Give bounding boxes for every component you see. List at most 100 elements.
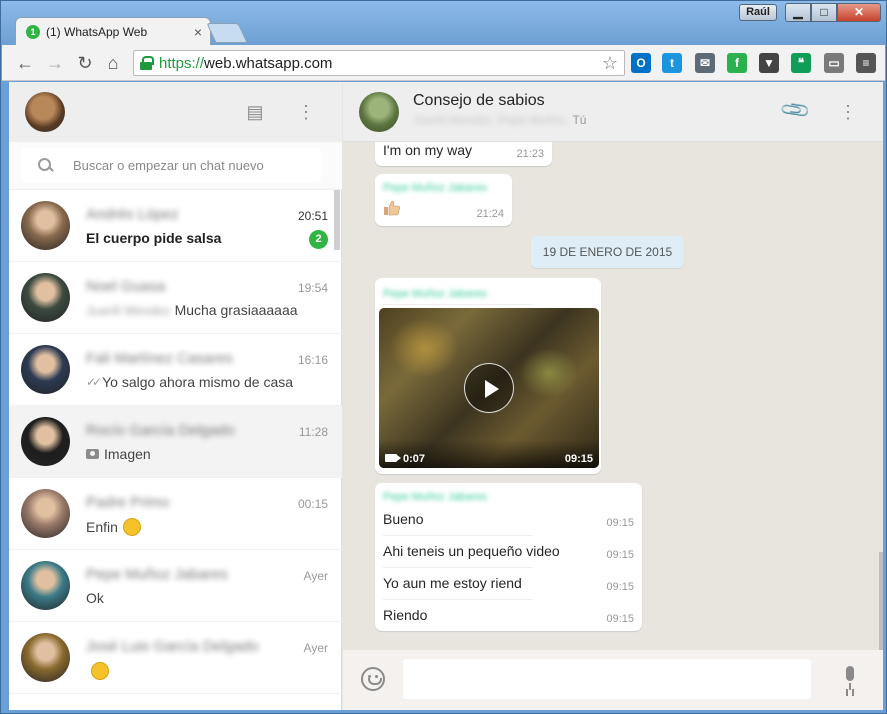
- last-message: Imagen: [86, 446, 151, 462]
- sidebar-menu-icon[interactable]: ⋮: [294, 100, 318, 124]
- contact-avatar: [21, 561, 70, 610]
- message-area: I'm on my way 21:23 Pepe Muñoz Jabares 2…: [343, 142, 883, 650]
- contact-avatar: [21, 633, 70, 682]
- message-text: Bueno: [383, 511, 424, 527]
- message-time: 09:15: [606, 517, 634, 529]
- chat-list-item[interactable]: Pepe Muñoz Jabares Ayer Ok: [9, 550, 342, 622]
- contact-name: Noel Guasa: [86, 278, 166, 295]
- thumbs-up-icon: [384, 200, 400, 216]
- group-member-you: Tú: [572, 113, 587, 127]
- last-message: El cuerpo pide salsa: [86, 230, 221, 246]
- message-author: Juanfi Mendez: [86, 302, 171, 318]
- last-message: Enfin: [86, 518, 141, 536]
- chat-list-item[interactable]: José Luis García Delgado Ayer: [9, 622, 342, 694]
- profile-button[interactable]: Raúl: [739, 4, 777, 21]
- back-arrow-icon[interactable]: ←: [14, 52, 36, 74]
- last-message: Ok: [86, 590, 104, 606]
- chat-time: 20:51: [297, 209, 328, 223]
- chat-list-item[interactable]: Noel Guasa 19:54 Juanfi Mendez Mucha grasia…: [9, 262, 342, 334]
- pocket-icon[interactable]: ▼: [759, 53, 779, 73]
- bookmark-star-icon[interactable]: ☆: [602, 53, 618, 74]
- message-group-bubble[interactable]: Pepe Muñoz Jabares Bueno 09:15 Ahi teneis …: [375, 483, 642, 631]
- new-chat-icon[interactable]: ▤: [243, 100, 267, 124]
- cast-icon[interactable]: ▭: [824, 53, 844, 73]
- message-input[interactable]: [403, 659, 811, 699]
- video-blur-light: [389, 318, 459, 378]
- chat-list-item[interactable]: Fali Martínez Casares 16:16 ✓✓ Yo salgo aho…: [9, 334, 342, 406]
- chat-list-item[interactable]: Padre Primo 00:15 Enfin: [9, 478, 342, 550]
- reload-icon[interactable]: ↻: [74, 52, 96, 74]
- conversation-menu-icon[interactable]: ⋮: [839, 100, 857, 124]
- close-window-button[interactable]: ✕: [837, 3, 881, 22]
- microphone-icon[interactable]: [843, 666, 857, 692]
- group-avatar[interactable]: [359, 92, 399, 132]
- browser-tab[interactable]: 1 (1) WhatsApp Web ×: [15, 17, 211, 45]
- feedly-icon[interactable]: f: [727, 53, 747, 73]
- video-blur-light: [519, 348, 579, 398]
- secure-lock-icon: [140, 56, 154, 70]
- home-icon[interactable]: ⌂: [102, 52, 124, 74]
- chat-time: Ayer: [303, 569, 328, 583]
- maximize-button[interactable]: □: [811, 3, 837, 22]
- message-time: 09:15: [606, 613, 634, 625]
- contact-name: Fali Martínez Casares: [86, 350, 233, 367]
- my-profile-avatar[interactable]: [25, 92, 65, 132]
- whatsapp-app: ▤ ⋮ Andrés López 20:51 El cuerpo pide sals…: [9, 82, 883, 710]
- address-bar[interactable]: https:// web.whatsapp.com ☆: [133, 50, 625, 76]
- contact-name: José Luis García Delgado: [86, 638, 259, 655]
- forward-arrow-icon[interactable]: →: [44, 52, 66, 74]
- message-time: 09:15: [606, 581, 634, 593]
- chat-time: 00:15: [297, 497, 328, 511]
- last-message-text: El cuerpo pide salsa: [86, 230, 222, 246]
- camera-icon: [86, 449, 99, 459]
- read-receipt-icon: ✓✓: [86, 375, 102, 389]
- contact-avatar: [21, 273, 70, 322]
- message-bubble[interactable]: Pepe Muñoz Jabares 21:24: [375, 174, 512, 226]
- contact-name: Andrés López: [86, 206, 179, 223]
- message-time: 21:24: [476, 208, 504, 220]
- contact-name: Padre Primo: [86, 494, 170, 511]
- hangouts-icon[interactable]: ❝: [791, 53, 811, 73]
- minimize-button[interactable]: ▁: [785, 3, 811, 22]
- last-message: [86, 662, 109, 680]
- video-info-bar: 0:07 09:15: [379, 440, 599, 468]
- message-sender: Pepe Muñoz Jabares: [383, 491, 487, 503]
- chat-list-item[interactable]: Rocío García Delgado 11:28 Imagen: [9, 406, 342, 478]
- browser-toolbar: ← → ↻ ⌂ https:// web.whatsapp.com ☆ Ot ✉ f…: [2, 45, 885, 81]
- play-icon[interactable]: [464, 363, 514, 413]
- title-bar: 1 (1) WhatsApp Web × Raúl ▁ □ ✕: [1, 1, 886, 45]
- chat-time: Ayer: [303, 641, 328, 655]
- mail-icon[interactable]: ✉: [695, 53, 715, 73]
- twitter-icon[interactable]: t: [662, 53, 682, 73]
- outlook-icon[interactable]: O: [631, 53, 651, 73]
- tab-close-icon[interactable]: ×: [194, 24, 202, 40]
- search-input[interactable]: [73, 157, 313, 173]
- url-scheme: https://: [159, 54, 205, 72]
- search-box[interactable]: [21, 148, 321, 182]
- attach-paperclip-icon[interactable]: 📎: [778, 93, 812, 127]
- last-message: ✓✓ Yo salgo ahora mismo de casa: [86, 374, 293, 390]
- message-sender: Pepe Muñoz Jabares: [383, 288, 487, 300]
- last-message: Juanfi Mendez Mucha grasiaaaaaa: [86, 302, 298, 318]
- message-bubble[interactable]: I'm on my way 21:23: [375, 142, 552, 166]
- video-message-bubble[interactable]: Pepe Muñoz Jabares 0:07 09:15: [375, 278, 601, 474]
- message-text: I'm on my way: [383, 142, 473, 158]
- conversation-pane: Consejo de sabios Juanfi Mendez, Pepe Mu…: [343, 82, 883, 710]
- message-time: 09:15: [606, 549, 634, 561]
- chat-list-scrollbar[interactable]: [334, 190, 340, 250]
- chat-time: 16:16: [297, 353, 328, 367]
- compose-bar: [343, 650, 883, 710]
- menu-icon[interactable]: ≡: [856, 53, 876, 73]
- chat-list-item[interactable]: Andrés López 20:51 El cuerpo pide salsa 2: [9, 190, 342, 262]
- message-text: Riendo: [383, 607, 428, 623]
- whatsapp-favicon-icon: 1: [26, 24, 40, 39]
- message-scrollbar[interactable]: [879, 552, 883, 650]
- new-tab-button[interactable]: [206, 23, 248, 43]
- message-divider: [383, 567, 533, 568]
- conversation-header[interactable]: Consejo de sabios Juanfi Mendez, Pepe Mu…: [343, 82, 883, 142]
- video-thumbnail[interactable]: 0:07 09:15: [379, 308, 599, 468]
- video-camera-icon: [385, 454, 401, 462]
- emoji-icon[interactable]: [361, 667, 385, 691]
- date-separator: 19 DE ENERO DE 2015: [531, 236, 684, 268]
- video-duration: 0:07: [403, 453, 426, 465]
